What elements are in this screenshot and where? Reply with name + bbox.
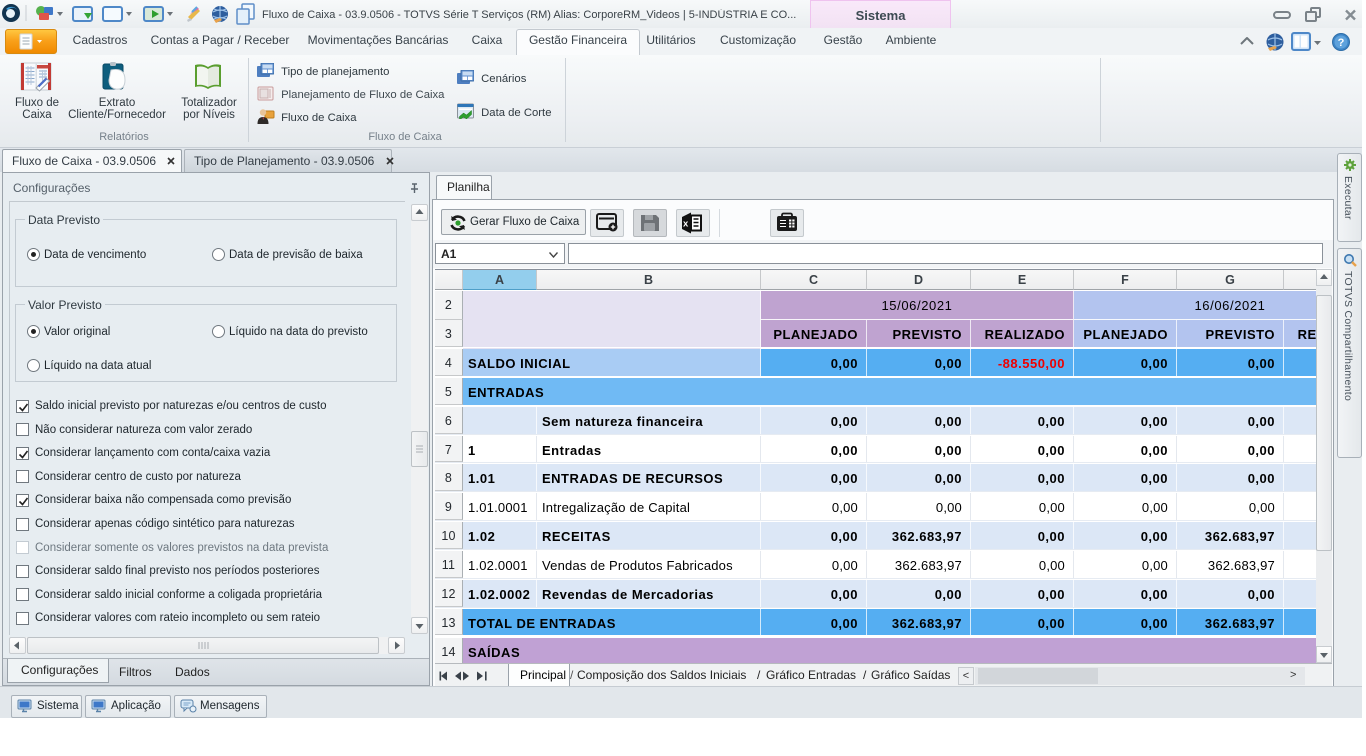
svg-text:x: x [683,219,689,230]
svg-text:?: ? [1338,37,1345,49]
